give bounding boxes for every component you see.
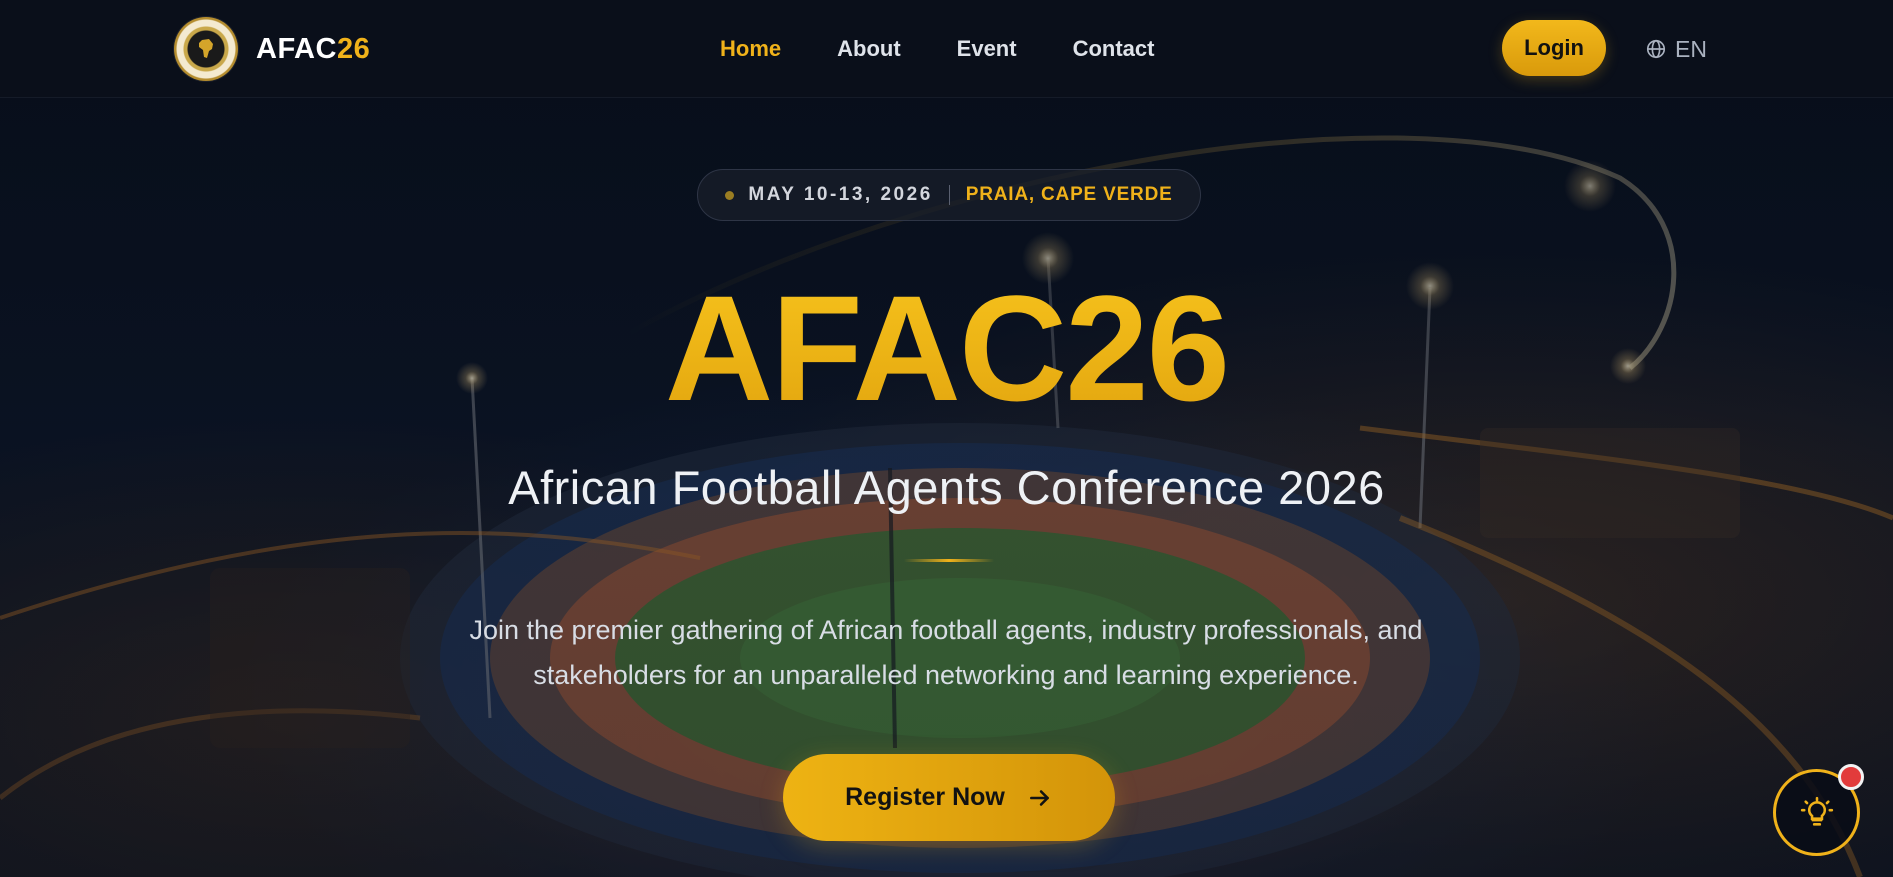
hero-description-line-2: stakeholders for an unparalleled network… <box>533 660 1359 690</box>
brand-name-accent: 26 <box>336 32 371 65</box>
main-nav: Home About Event Contact <box>720 0 1154 98</box>
brand-name: AFAC26 <box>256 33 370 66</box>
globe-icon <box>1646 39 1666 59</box>
notification-badge <box>1838 764 1864 790</box>
accent-divider <box>904 559 994 562</box>
nav-item-home[interactable]: Home <box>720 36 781 62</box>
nav-item-about[interactable]: About <box>837 36 901 62</box>
language-selector[interactable]: EN <box>1645 32 1707 66</box>
hero-subtitle: African Football Agents Conference 2026 <box>508 461 1385 514</box>
pill-divider <box>948 185 950 205</box>
lightbulb-icon <box>1800 796 1833 826</box>
nav-item-contact[interactable]: Contact <box>1073 36 1155 62</box>
arrow-right-icon <box>1029 789 1049 806</box>
event-location: PRAIA, CAPE VERDE <box>965 184 1173 205</box>
hero-section: MAY 10-13, 2026 PRAIA, CAPE VERDE AFAC26… <box>0 98 1893 877</box>
site-header: AFAC26 Home About Event Contact Login EN <box>0 0 1893 98</box>
event-date-pill: MAY 10-13, 2026 PRAIA, CAPE VERDE <box>697 169 1201 221</box>
register-now-button[interactable]: Register Now <box>783 754 1115 841</box>
hero-description-line-1: Join the premier gathering of African fo… <box>469 615 1423 645</box>
nav-item-event[interactable]: Event <box>957 36 1017 62</box>
brand-name-main: AFAC <box>256 32 337 65</box>
login-button[interactable]: Login <box>1502 20 1606 76</box>
pulse-dot-icon <box>725 190 735 200</box>
register-now-label: Register Now <box>845 783 1005 811</box>
hero-description: Join the premier gathering of African fo… <box>446 608 1446 698</box>
afac-crest-logo <box>174 17 238 81</box>
brand[interactable]: AFAC26 <box>174 17 370 81</box>
hero-title: AFAC26 <box>0 273 1893 423</box>
language-label: EN <box>1675 35 1707 62</box>
event-date: MAY 10-13, 2026 <box>748 184 933 205</box>
